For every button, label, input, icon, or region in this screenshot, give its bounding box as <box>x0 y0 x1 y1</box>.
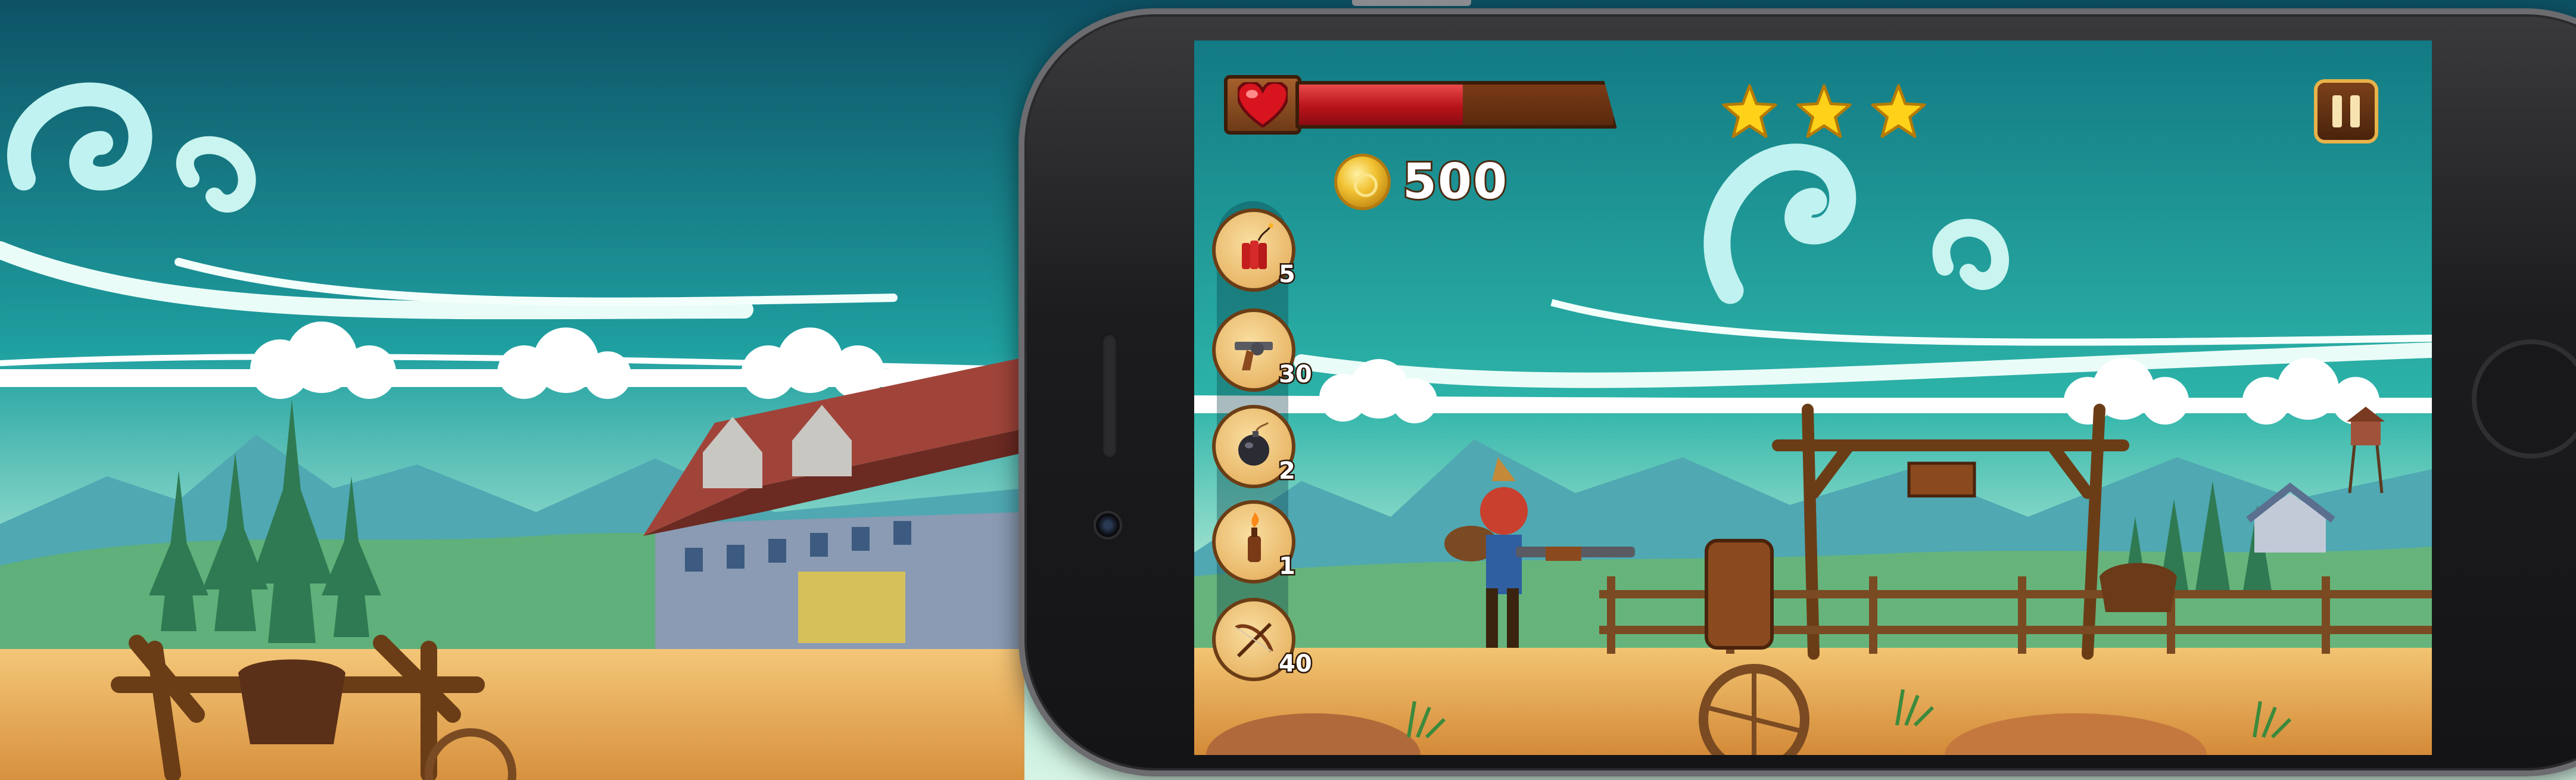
phone-camera <box>1094 511 1122 539</box>
coin-counter: 500 <box>1334 152 1509 212</box>
game-screenshot: 500 5 30 2 1 40 <box>0 0 2576 780</box>
heart-icon <box>1238 82 1288 127</box>
weapon-slot[interactable]: 40 <box>1212 598 1313 681</box>
revolver-icon <box>1235 342 1273 370</box>
pause-button[interactable] <box>2314 79 2378 143</box>
weapon-ammo-count: 2 <box>1278 456 1297 486</box>
weapon-ammo-count: 40 <box>1278 649 1314 679</box>
crossbow-icon <box>1235 622 1273 658</box>
bomb-icon <box>1238 422 1269 466</box>
weapon-slot[interactable]: 5 <box>1212 208 1297 292</box>
health-meter <box>1295 81 1617 129</box>
health-fill <box>1299 85 1463 125</box>
dynamite-icon <box>1242 223 1273 269</box>
star-rating <box>1721 83 1927 140</box>
coin-icon <box>1334 154 1391 210</box>
weapon-ammo-count: 1 <box>1278 551 1297 582</box>
molotov-icon <box>1248 512 1261 562</box>
pause-icon <box>2332 95 2342 127</box>
weapon-slot[interactable]: 30 <box>1212 308 1313 392</box>
game-world <box>1194 40 2432 755</box>
star-icon <box>1722 84 1777 138</box>
star-icon <box>1796 84 1852 138</box>
health-empty <box>1462 85 1613 125</box>
weapon-ammo-count: 5 <box>1278 260 1297 290</box>
health-heart-frame <box>1224 75 1301 135</box>
weapon-slot[interactable]: 1 <box>1212 500 1297 584</box>
game-screen[interactable]: 500 5 30 2 1 40 <box>1194 40 2432 755</box>
phone-power-button <box>1352 0 1471 6</box>
weapon-ammo-count: 30 <box>1278 360 1314 390</box>
health-bar <box>1224 75 1617 135</box>
coin-count: 500 <box>1401 152 1509 212</box>
pause-icon <box>2350 95 2360 127</box>
phone-speaker <box>1102 333 1117 458</box>
star-icon <box>1871 84 1926 138</box>
weapon-slot[interactable]: 2 <box>1212 405 1297 488</box>
